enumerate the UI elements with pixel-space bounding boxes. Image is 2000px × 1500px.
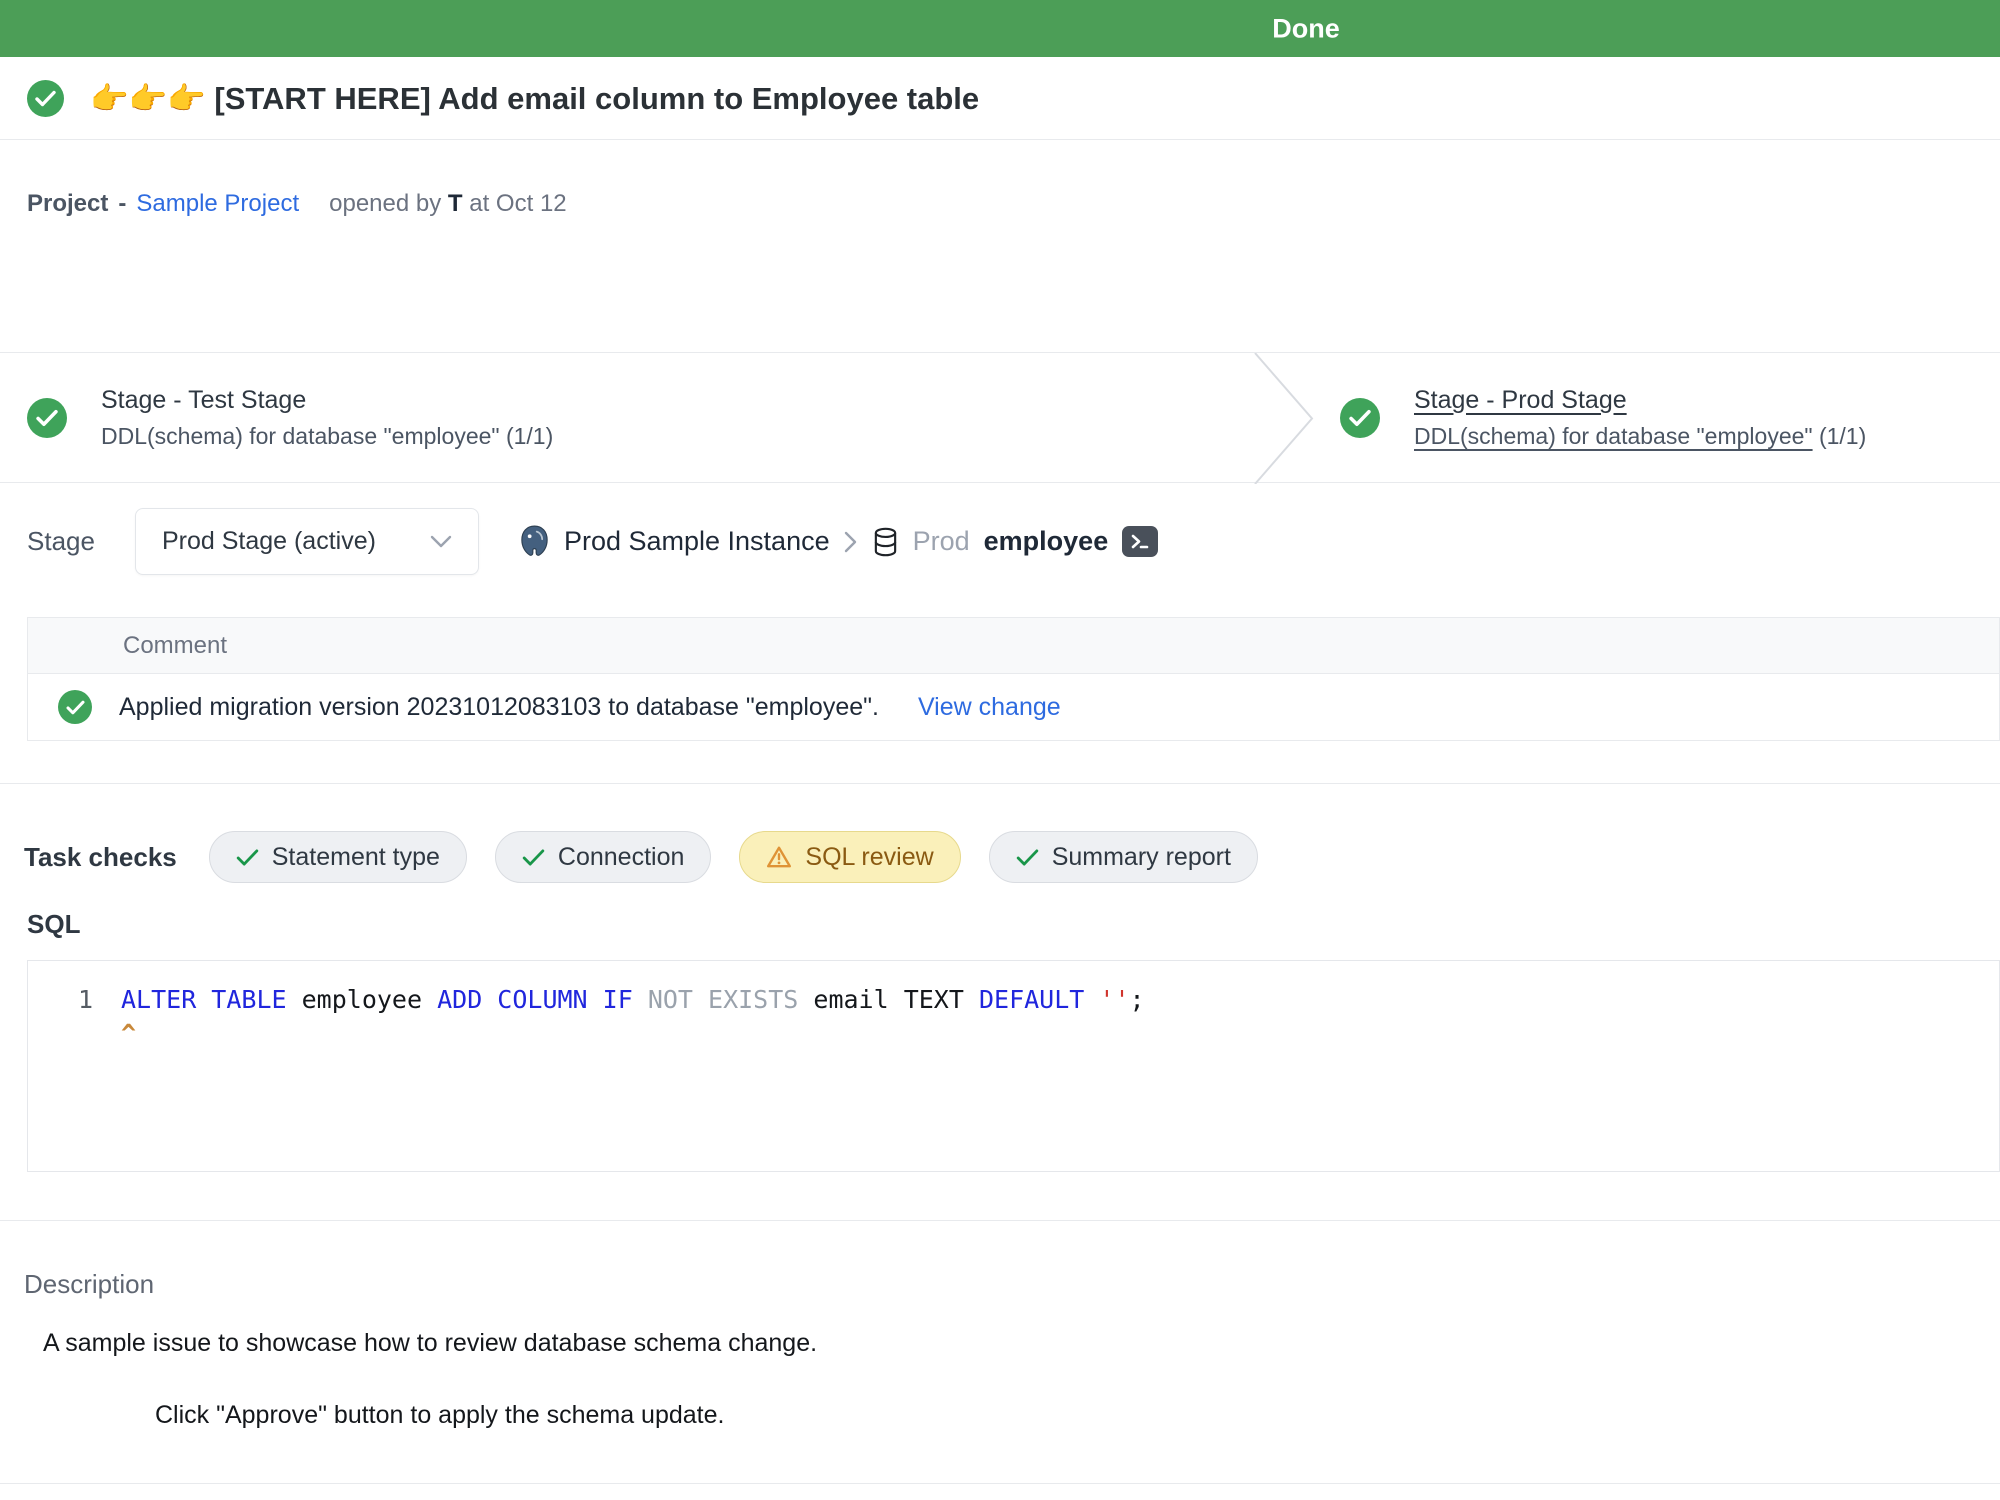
check-pill-sql-review[interactable]: SQL review: [739, 831, 960, 883]
stage-dropdown-value: Prod Stage (active): [162, 527, 376, 556]
sql-heading: SQL: [27, 909, 2000, 939]
stage-prod-task-count: (1/1): [1819, 423, 1866, 449]
stage-selector-row: Stage Prod Stage (active) Prod Sample In…: [27, 508, 1973, 575]
check-pill-summary-report[interactable]: Summary report: [989, 831, 1258, 883]
breadcrumb-instance-link[interactable]: Prod Sample Instance: [564, 526, 830, 557]
warning-triangle-icon: [766, 845, 792, 869]
description-paragraph: Click "Approve" button to apply the sche…: [155, 1401, 2000, 1431]
chevron-down-icon: [430, 535, 452, 548]
project-line: Project - Sample Project opened by T at …: [27, 190, 1973, 218]
section-divider: [0, 1483, 2000, 1484]
opened-by-text: opened by T at Oct 12: [329, 190, 567, 218]
sql-warning-marker: ^: [121, 1017, 136, 1051]
check-pill-statement-type[interactable]: Statement type: [209, 831, 467, 883]
comment-table: Comment Applied migration version 202310…: [27, 617, 2000, 741]
postgresql-icon: [519, 525, 550, 558]
check-pass-icon: [522, 848, 545, 867]
chevron-right-icon: [844, 531, 858, 553]
comment-text: Applied migration version 20231012083103…: [119, 693, 879, 722]
issue-header: 👉👉👉 [START HERE] Add email column to Emp…: [0, 57, 2000, 140]
stage-test-title: Stage - Test Stage: [101, 386, 553, 415]
issue-meta: Project - Sample Project opened by T at …: [0, 140, 2000, 352]
stage-test-done-icon: [27, 398, 67, 438]
section-divider: [0, 1220, 2000, 1221]
stage-prod-done-icon: [1340, 398, 1380, 438]
comment-table-header: Comment: [28, 618, 1999, 674]
description-heading: Description: [24, 1269, 2000, 1299]
stage-dropdown[interactable]: Prod Stage (active): [135, 508, 479, 575]
comment-success-icon: [58, 690, 92, 724]
sql-code-line: 1ALTER TABLE employee ADD COLUMN IF NOT …: [28, 983, 1999, 1017]
view-change-link[interactable]: View change: [918, 693, 1061, 722]
stage-prod-text: Stage - Prod Stage DDL(schema) for datab…: [1414, 386, 1866, 450]
status-banner-label: Done: [1272, 13, 1340, 44]
check-pass-icon: [1016, 848, 1039, 867]
stage-prod-task-link[interactable]: DDL(schema) for database "employee": [1414, 423, 1813, 449]
stage-prod-subtitle: DDL(schema) for database "employee" (1/1…: [1414, 423, 1866, 450]
check-pill-label: Connection: [558, 843, 684, 872]
project-link[interactable]: Sample Project: [136, 190, 299, 218]
stage-prod-title-link[interactable]: Stage - Prod Stage: [1414, 386, 1866, 415]
description-paragraph: A sample issue to showcase how to review…: [43, 1329, 2000, 1359]
stage-test-subtitle: DDL(schema) for database "employee" (1/1…: [101, 423, 553, 450]
sql-statement: ALTER TABLE employee ADD COLUMN IF NOT E…: [121, 983, 1145, 1017]
issue-title: 👉👉👉 [START HERE] Add email column to Emp…: [90, 80, 979, 117]
line-number: 1: [28, 983, 121, 1017]
database-icon: [872, 527, 899, 557]
sql-code-editor[interactable]: 1ALTER TABLE employee ADD COLUMN IF NOT …: [27, 960, 2000, 1172]
opened-at: at Oct 12: [469, 190, 566, 217]
project-separator: -: [118, 190, 126, 218]
opener-name: T: [448, 190, 463, 217]
stage-selector-label: Stage: [27, 526, 95, 557]
section-divider: [0, 783, 2000, 784]
stage-card-prod[interactable]: Stage - Prod Stage DDL(schema) for datab…: [1340, 353, 1866, 482]
sql-warning-line: ^: [28, 1017, 1999, 1051]
breadcrumb-environment: Prod: [913, 526, 970, 557]
opened-by-prefix: opened by: [329, 190, 441, 217]
check-pill-label: Statement type: [272, 843, 440, 872]
stage-test-text: Stage - Test Stage DDL(schema) for datab…: [101, 386, 553, 450]
task-checks-label: Task checks: [24, 842, 177, 873]
check-pill-label: SQL review: [805, 843, 933, 872]
status-banner: Done: [0, 0, 2000, 57]
check-pill-connection[interactable]: Connection: [495, 831, 711, 883]
issue-done-icon: [27, 80, 64, 117]
stage-card-test[interactable]: Stage - Test Stage DDL(schema) for datab…: [0, 386, 1250, 450]
database-breadcrumb: Prod Sample Instance Prod employee: [519, 525, 1158, 558]
check-pill-label: Summary report: [1052, 843, 1231, 872]
task-checks-row: Task checks Statement type Connection SQ…: [24, 827, 2000, 887]
line-number-empty: [28, 1017, 121, 1051]
pipeline-stages: Stage - Test Stage DDL(schema) for datab…: [0, 352, 2000, 483]
breadcrumb-database-link[interactable]: employee: [984, 526, 1109, 557]
check-pass-icon: [236, 848, 259, 867]
stage-separator-chevron: [1252, 353, 1316, 484]
comment-row: Applied migration version 20231012083103…: [28, 674, 1999, 740]
sql-editor-icon[interactable]: [1122, 526, 1158, 557]
project-label: Project: [27, 190, 108, 218]
